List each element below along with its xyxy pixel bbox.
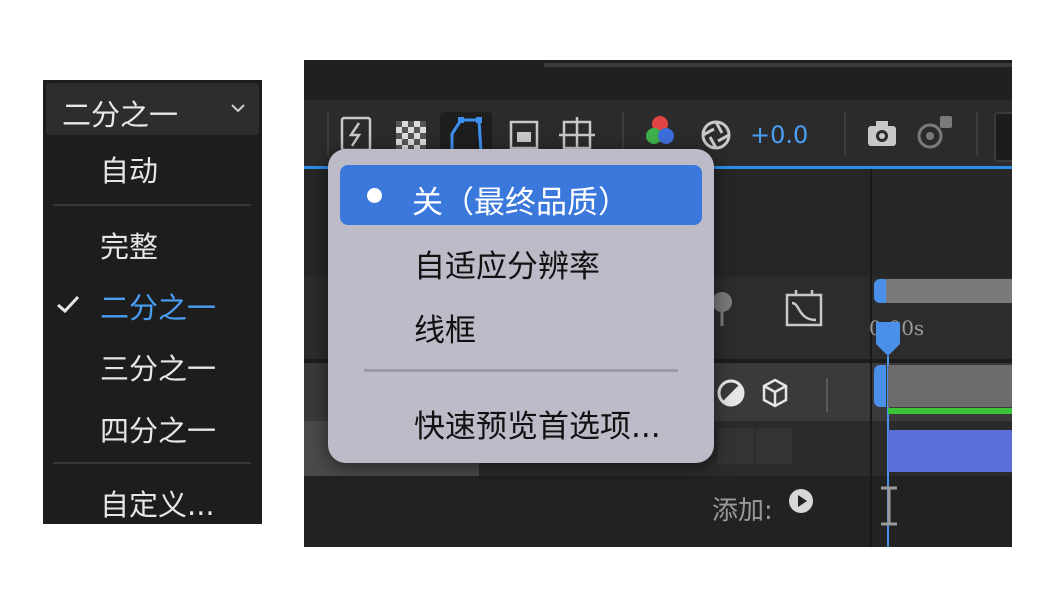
- layer-row: [304, 476, 1012, 547]
- show-snapshot-icon[interactable]: [916, 114, 956, 150]
- resolution-select[interactable]: 二分之一: [46, 83, 259, 135]
- toolbar-divider: [976, 112, 978, 156]
- fast-preview-option-wireframe[interactable]: 线框: [340, 293, 702, 353]
- layer-bar-start-handle[interactable]: [874, 365, 886, 407]
- resolution-option-label: 三分之一: [100, 352, 217, 386]
- menu-item-label: 关（最终品质）: [412, 185, 629, 221]
- resolution-select-value: 二分之一: [62, 98, 179, 132]
- menu-item-label: 线框: [414, 313, 476, 349]
- work-area-start-handle[interactable]: [874, 279, 886, 303]
- viewer-field[interactable]: [994, 112, 1012, 162]
- resolution-option-full[interactable]: 完整: [43, 216, 262, 268]
- menu-divider: [53, 462, 251, 464]
- fast-preview-option-off-final-quality[interactable]: 关（最终品质）: [340, 165, 702, 225]
- layer-bar[interactable]: [888, 430, 1012, 472]
- motion-blur-icon[interactable]: [714, 290, 738, 330]
- resolution-option-label: 完整: [100, 230, 159, 264]
- menu-divider: [364, 369, 678, 372]
- fast-preview-menu: 关（最终品质） 自适应分辨率 线框 快速预览首选项...: [328, 149, 714, 463]
- playhead-icon[interactable]: [874, 322, 902, 358]
- menu-divider: [53, 204, 251, 206]
- exposure-icon[interactable]: [700, 119, 732, 151]
- menu-item-label: 快速预览首选项...: [414, 409, 661, 445]
- chevron-down-icon: [231, 104, 245, 113]
- resolution-option-quarter[interactable]: 四分之一: [43, 400, 262, 452]
- resolution-option-label: 自定义...: [100, 488, 215, 522]
- resolution-panel: 二分之一 自动 完整 二分之一 三分之一 四分之一 自定义...: [43, 80, 262, 524]
- comp-bar: [888, 365, 1012, 407]
- work-area-green-bar: [888, 408, 1012, 414]
- resolution-option-label: 自动: [100, 154, 159, 188]
- switch-cell[interactable]: [718, 428, 754, 464]
- timeline-divider: [870, 169, 872, 547]
- add-label: 添加:: [712, 496, 773, 526]
- snapshot-camera-icon[interactable]: [866, 120, 898, 148]
- color-channels-icon[interactable]: [644, 114, 676, 148]
- resolution-option-third[interactable]: 三分之一: [43, 338, 262, 390]
- panel-header: [304, 60, 1012, 100]
- toolbar-divider: [844, 112, 846, 156]
- guides-icon[interactable]: [559, 117, 595, 153]
- resolution-option-half[interactable]: 二分之一: [43, 277, 262, 329]
- resolution-option-auto[interactable]: 自动: [43, 140, 262, 192]
- exposure-value[interactable]: +0.0: [750, 121, 808, 149]
- transparency-grid-icon[interactable]: [396, 121, 426, 151]
- add-effect-icon[interactable]: [788, 488, 814, 514]
- region-of-interest-icon[interactable]: [509, 120, 539, 150]
- adjustment-layer-icon[interactable]: [716, 378, 746, 408]
- work-area-bar[interactable]: [884, 279, 1012, 303]
- fast-preview-icon[interactable]: [340, 116, 372, 152]
- column-divider: [826, 378, 828, 412]
- graph-editor-icon[interactable]: [784, 288, 824, 328]
- resolution-option-label: 二分之一: [100, 291, 217, 325]
- checkmark-icon: [57, 295, 80, 314]
- fast-preview-preferences[interactable]: 快速预览首选项...: [340, 389, 702, 449]
- switch-cell[interactable]: [756, 428, 792, 464]
- resolution-option-custom[interactable]: 自定义...: [43, 474, 262, 526]
- menu-item-label: 自适应分辨率: [414, 249, 600, 285]
- resolution-option-label: 四分之一: [100, 414, 217, 448]
- 3d-layer-icon[interactable]: [762, 378, 788, 408]
- toolbar-divider: [327, 112, 329, 156]
- radio-selected-icon: [367, 188, 382, 203]
- text-cursor-icon: [881, 486, 897, 526]
- fast-preview-option-adaptive-resolution[interactable]: 自适应分辨率: [340, 229, 702, 289]
